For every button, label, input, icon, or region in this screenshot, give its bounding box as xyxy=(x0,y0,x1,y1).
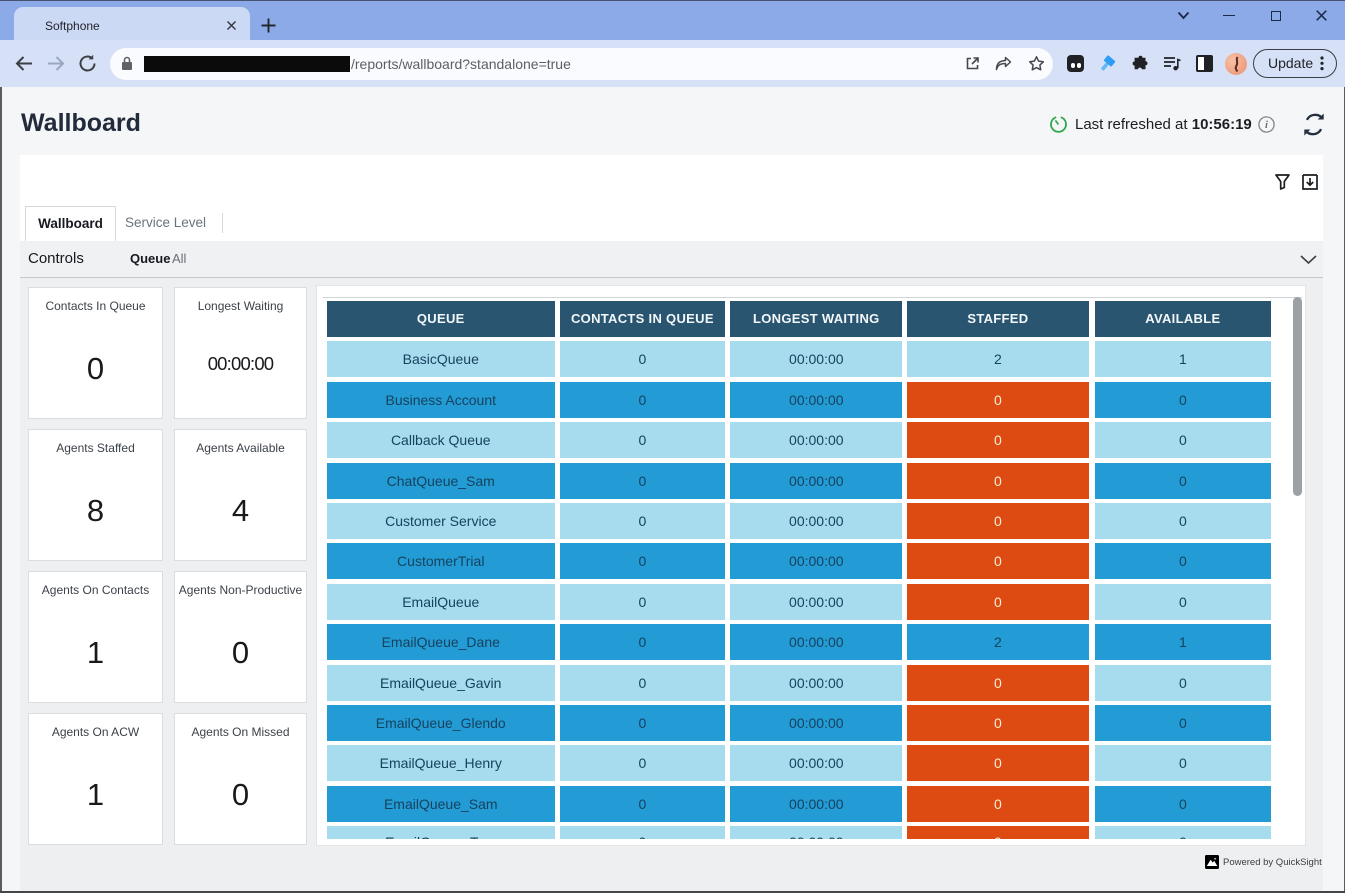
svg-text:i: i xyxy=(1265,120,1268,131)
